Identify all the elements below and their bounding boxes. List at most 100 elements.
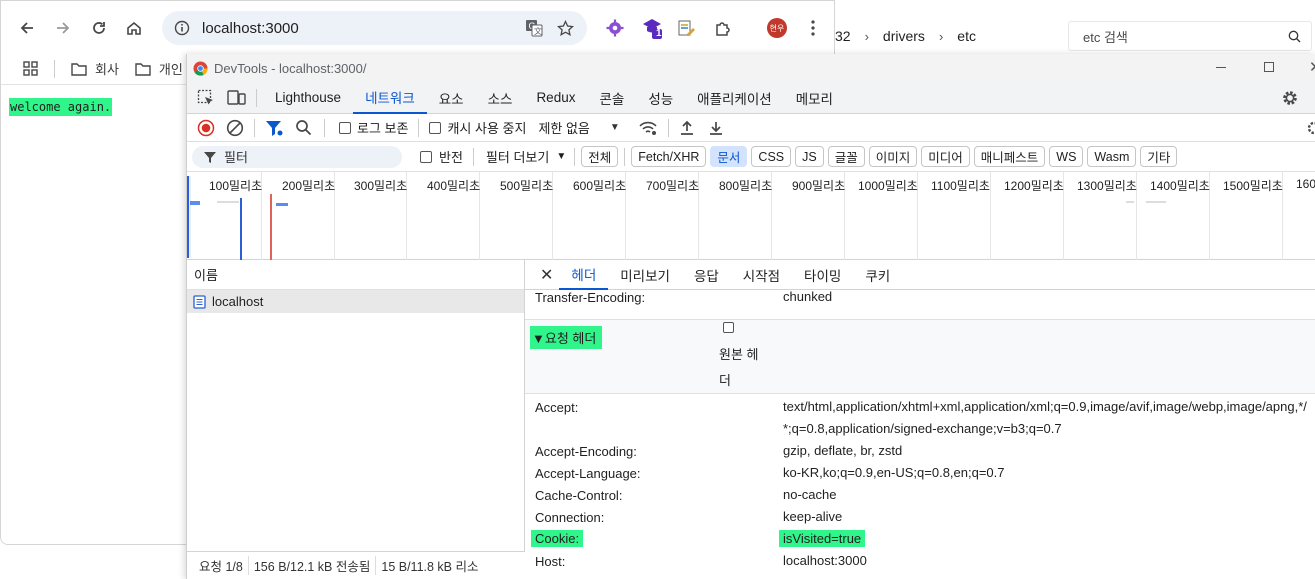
tab-response[interactable]: 응답 — [682, 260, 731, 290]
browser-toolbar: localhost:3000 G文 1 현우 — [1, 1, 834, 53]
timeline-label: 1400밀리초 — [1150, 179, 1210, 193]
browser-menu-button[interactable] — [798, 13, 828, 43]
record-icon[interactable] — [197, 119, 215, 137]
header-name: Transfer-Encoding: — [535, 290, 646, 305]
extensions-menu-button[interactable] — [707, 13, 737, 43]
tab-sources[interactable]: 소스 — [476, 82, 525, 114]
tab-initiator[interactable]: 시작점 — [731, 260, 792, 290]
filter-icon[interactable] — [265, 119, 283, 137]
extension-button[interactable] — [600, 13, 630, 43]
tab-headers[interactable]: 헤더 — [559, 260, 609, 290]
network-overview-timeline[interactable]: 100밀리초 200밀리초 300밀리초 400밀리초 500밀리초 600밀리… — [187, 172, 1315, 260]
invert-checkbox[interactable] — [420, 150, 432, 163]
chip-label: JS — [802, 149, 817, 164]
tab-application[interactable]: 애플리케이션 — [685, 82, 784, 114]
upload-icon[interactable] — [679, 120, 695, 136]
tab-lighthouse[interactable]: Lighthouse — [263, 82, 353, 114]
reload-button[interactable] — [84, 13, 114, 43]
profile-avatar[interactable]: 현우 — [767, 18, 787, 38]
request-headers-title[interactable]: ▼요청 헤더 — [530, 326, 603, 349]
tab-performance[interactable]: 성능 — [636, 82, 685, 114]
forward-button[interactable] — [48, 13, 78, 43]
filter-chip-img[interactable]: 이미지 — [868, 146, 918, 167]
tab-label: 요소 — [438, 91, 464, 107]
arrow-left-icon — [20, 22, 33, 34]
settings-gear-icon[interactable] — [1281, 89, 1299, 107]
filter-chip-manifest[interactable]: 매니페스트 — [973, 146, 1046, 167]
clear-icon[interactable] — [226, 119, 244, 137]
filter-chip-font[interactable]: 글꼴 — [827, 146, 865, 167]
filter-input[interactable]: 필터 — [192, 145, 402, 168]
filter-icon — [204, 151, 216, 163]
network-conditions-icon[interactable] — [638, 120, 658, 136]
inspect-element-icon[interactable] — [197, 89, 215, 107]
tab-cookies[interactable]: 쿠키 — [853, 260, 902, 290]
bookmark-folder[interactable]: 회사 — [71, 59, 119, 78]
filter-chip-ws[interactable]: WS — [1049, 146, 1084, 167]
more-filters-dropdown[interactable]: 필터 더보기 ▼ — [486, 147, 566, 166]
device-toolbar-icon[interactable] — [227, 89, 246, 106]
extension-button[interactable] — [671, 13, 701, 43]
timeline-label: 1100밀리초 — [931, 179, 990, 193]
settings-gear-icon[interactable] — [1306, 120, 1315, 136]
maximize-icon[interactable] — [1264, 62, 1274, 72]
filter-chip-css[interactable]: CSS — [751, 146, 792, 167]
apps-grid-icon[interactable] — [23, 61, 38, 76]
tab-label: 타이밍 — [804, 268, 842, 284]
timeline-label: 1000밀리초 — [858, 179, 918, 193]
tab-network[interactable]: 네트워크 — [353, 82, 427, 114]
header-value-cookie: isVisited=true — [779, 528, 866, 550]
tab-console[interactable]: 콘솔 — [587, 82, 636, 114]
request-list-header[interactable]: 이름 — [187, 260, 524, 290]
tab-elements[interactable]: 요소 — [427, 82, 476, 114]
tab-redux[interactable]: Redux — [524, 82, 587, 114]
breadcrumb-item[interactable]: etc — [957, 28, 976, 44]
breadcrumb-item[interactable]: 32 — [835, 28, 851, 44]
filter-chip-doc[interactable]: 문서 — [710, 146, 748, 167]
status-requests: 요청 1/8 — [187, 556, 249, 575]
request-row[interactable]: localhost — [187, 290, 524, 313]
search-icon[interactable] — [295, 119, 312, 136]
filter-chip-media[interactable]: 미디어 — [921, 146, 970, 167]
close-icon[interactable]: ✕ — [1309, 58, 1315, 76]
filter-chip-wasm[interactable]: Wasm — [1087, 146, 1137, 167]
tab-timing[interactable]: 타이밍 — [792, 260, 853, 290]
filter-chip-all[interactable]: 전체 — [581, 146, 619, 167]
filter-chip-other[interactable]: 기타 — [1140, 146, 1178, 167]
status-resources: 15 B/11.8 kB 리소 — [381, 560, 479, 574]
tab-label: 미리보기 — [620, 268, 670, 284]
info-icon[interactable] — [174, 20, 190, 36]
translate-icon[interactable]: G文 — [525, 19, 543, 37]
download-icon[interactable] — [708, 120, 724, 136]
disable-cache-checkbox[interactable] — [429, 121, 442, 134]
timeline-label: 700밀리초 — [646, 179, 700, 193]
breadcrumb-item[interactable]: drivers — [883, 28, 925, 44]
timeline-selection-handle[interactable] — [187, 176, 191, 258]
filter-placeholder: 필터 — [224, 150, 248, 165]
url-text[interactable]: localhost:3000 — [202, 20, 299, 37]
address-bar[interactable]: localhost:3000 G文 — [162, 11, 587, 45]
tab-memory[interactable]: 메모리 — [784, 82, 845, 114]
filter-chip-js[interactable]: JS — [795, 146, 824, 167]
explorer-search-input[interactable]: etc 검색 — [1068, 21, 1312, 51]
tab-preview[interactable]: 미리보기 — [608, 260, 682, 290]
tab-label: 쿠키 — [865, 268, 891, 284]
header-name: Host: — [535, 554, 566, 569]
raw-headers-checkbox[interactable] — [723, 322, 734, 333]
extension-button[interactable]: 1 — [638, 13, 668, 43]
more-filters-label: 필터 더보기 — [485, 150, 550, 165]
throttle-select[interactable]: 제한 없음 ▼ — [538, 118, 619, 137]
extension-badge: 1 — [656, 28, 662, 39]
star-icon[interactable] — [557, 19, 574, 37]
bookmark-folder[interactable]: 개인 — [135, 59, 183, 78]
filter-chip-fetch-xhr[interactable]: Fetch/XHR — [631, 146, 707, 167]
filter-toolbar: 필터 반전 필터 더보기 ▼ 전체 Fetch/XHR 문서 CSS JS 글꼴… — [187, 142, 1315, 172]
timeline-label: 300밀리초 — [354, 179, 408, 193]
preserve-log-checkbox[interactable] — [339, 121, 351, 134]
timeline-label: 1500밀리초 — [1223, 179, 1283, 193]
home-button[interactable] — [119, 13, 149, 43]
minimize-icon[interactable] — [1216, 67, 1226, 68]
close-icon[interactable]: ✕ — [540, 265, 553, 285]
back-button[interactable] — [12, 13, 42, 43]
tab-label: 애플리케이션 — [697, 91, 772, 107]
